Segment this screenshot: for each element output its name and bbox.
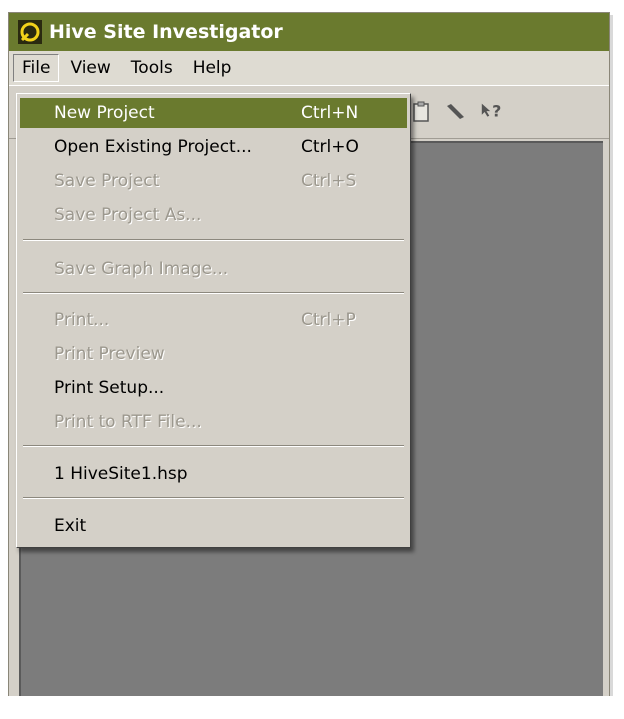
menu-tools[interactable]: Tools xyxy=(122,54,182,82)
menu-help[interactable]: Help xyxy=(184,54,241,82)
torn-edge xyxy=(0,696,624,719)
menu-item-shortcut: Ctrl+N xyxy=(301,103,359,123)
menu-item-save-project-as[interactable]: Save Project As... xyxy=(20,200,407,230)
window-title: Hive Site Investigator xyxy=(49,21,283,43)
menu-separator xyxy=(23,497,404,499)
menu-bar: File View Tools Help xyxy=(9,51,609,85)
menu-separator xyxy=(23,239,404,241)
menu-view[interactable]: View xyxy=(61,54,119,82)
menu-item-exit[interactable]: Exit xyxy=(20,511,407,541)
title-bar[interactable]: Hive Site Investigator xyxy=(9,13,609,51)
menu-item-label: Save Graph Image... xyxy=(54,259,229,279)
menu-item-label: Print to RTF File... xyxy=(54,412,202,432)
menu-item-print-to-rtf[interactable]: Print to RTF File... xyxy=(20,407,407,437)
menu-item-label: Print Preview xyxy=(54,344,165,364)
menu-item-label: Save Project As... xyxy=(54,205,202,225)
pencil-icon[interactable] xyxy=(441,98,469,126)
menu-item-open-project[interactable]: Open Existing Project... Ctrl+O xyxy=(20,132,407,162)
clipboard-icon[interactable] xyxy=(407,98,435,126)
menu-item-print-setup[interactable]: Print Setup... xyxy=(20,373,407,403)
menu-item-label: Open Existing Project... xyxy=(54,137,252,157)
menu-item-shortcut: Ctrl+S xyxy=(301,171,357,191)
menu-item-label: Print Setup... xyxy=(54,378,165,398)
menu-item-label: 1 HiveSite1.hsp xyxy=(54,464,188,484)
menu-item-label: New Project xyxy=(54,103,155,123)
menu-item-shortcut: Ctrl+P xyxy=(301,310,356,330)
menu-item-print-preview[interactable]: Print Preview xyxy=(20,339,407,369)
svg-text:?: ? xyxy=(492,102,501,121)
file-menu-dropdown: New Project Ctrl+N Open Existing Project… xyxy=(16,93,411,548)
menu-item-save-project[interactable]: Save Project Ctrl+S xyxy=(20,166,407,196)
menu-item-recent-file[interactable]: 1 HiveSite1.hsp xyxy=(20,459,407,489)
menu-separator xyxy=(23,292,404,294)
hive-app-icon xyxy=(17,19,43,45)
menu-separator xyxy=(23,445,404,447)
help-pointer-icon[interactable]: ? xyxy=(479,98,507,126)
menu-item-shortcut: Ctrl+O xyxy=(301,137,359,157)
menu-item-label: Save Project xyxy=(54,171,160,191)
menu-item-save-graph-image[interactable]: Save Graph Image... xyxy=(20,254,407,284)
menu-item-print[interactable]: Print... Ctrl+P xyxy=(20,305,407,335)
menu-item-label: Print... xyxy=(54,310,110,330)
menu-file[interactable]: File xyxy=(13,54,60,82)
menu-item-label: Exit xyxy=(54,516,87,536)
menu-item-new-project[interactable]: New Project Ctrl+N xyxy=(20,98,407,128)
